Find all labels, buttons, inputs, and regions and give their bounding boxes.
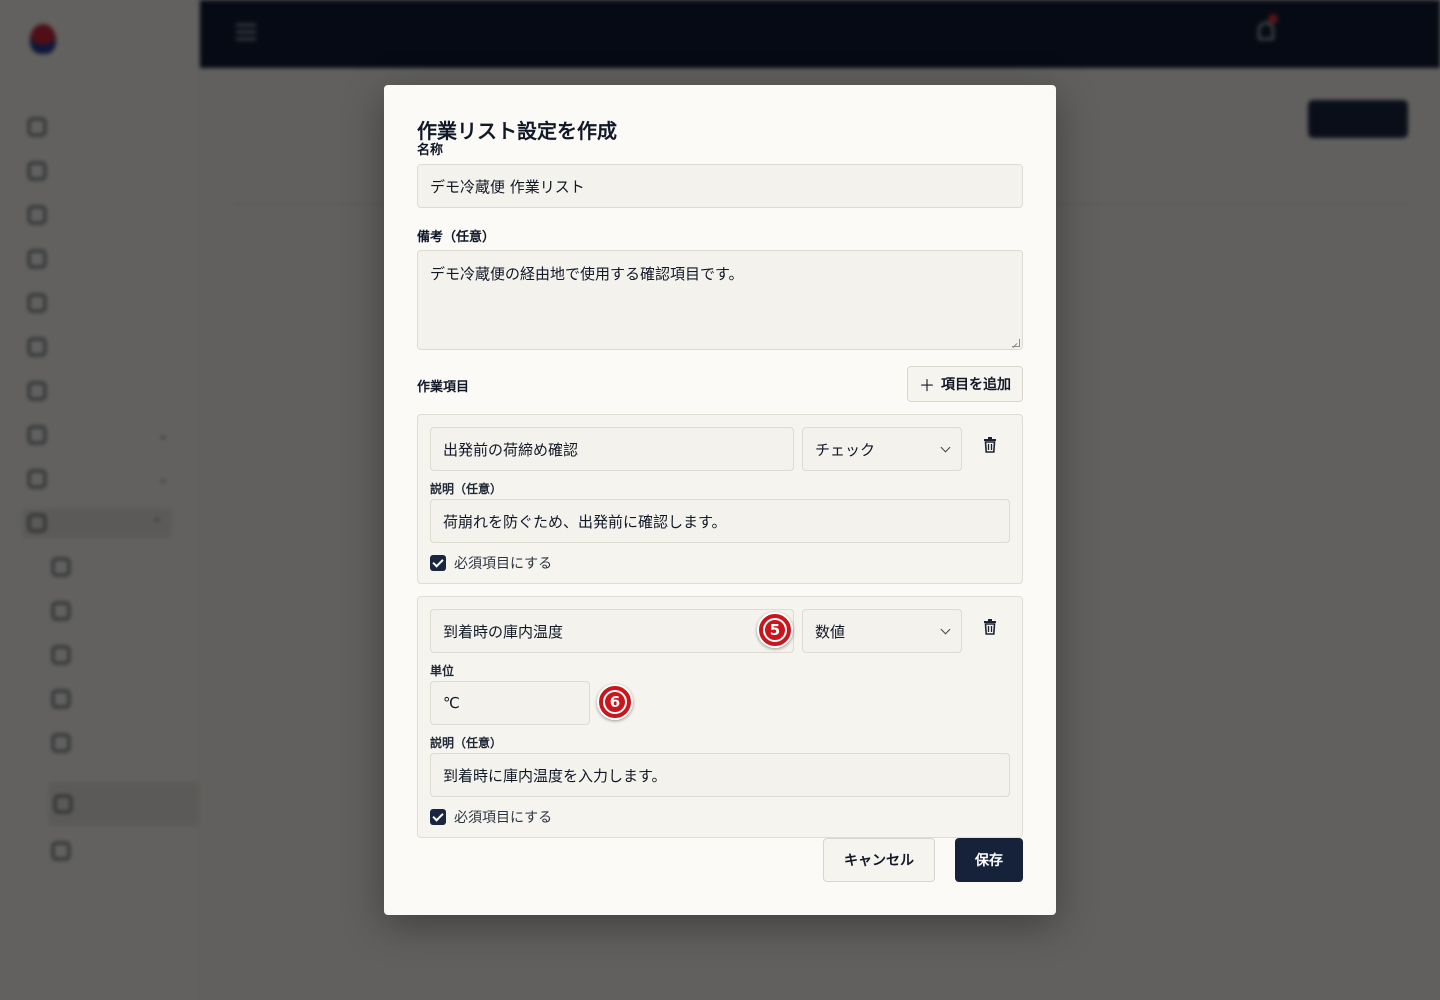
step-marker-number: 5 bbox=[763, 618, 787, 642]
item-description-input[interactable]: 到着時に庫内温度を入力します。 bbox=[430, 753, 1010, 797]
items-label: 作業項目 bbox=[417, 380, 470, 395]
item-type-value: チェック bbox=[815, 440, 876, 459]
cancel-button[interactable]: キャンセル bbox=[823, 838, 935, 882]
chevron-down-icon bbox=[940, 442, 951, 452]
name-label: 名称 bbox=[417, 143, 444, 158]
chevron-down-icon bbox=[940, 624, 951, 634]
trash-icon[interactable] bbox=[983, 437, 997, 453]
plus-icon: ＋ bbox=[918, 376, 935, 395]
item-name-value: 出発前の荷締め確認 bbox=[443, 440, 579, 459]
required-checkbox-label: 必須項目にする bbox=[454, 556, 553, 572]
item-type-value: 数値 bbox=[815, 622, 846, 641]
unit-input[interactable]: ℃ bbox=[430, 681, 590, 725]
trash-icon[interactable] bbox=[983, 619, 997, 635]
work-item-card: 到着時の庫内温度 数値 単位 ℃ 説明（任意） 到着時に庫内温度を入力します。 … bbox=[417, 596, 1023, 838]
save-button[interactable]: 保存 bbox=[955, 838, 1023, 882]
item-description-label: 説明（任意） bbox=[430, 736, 503, 750]
step-marker-number: 6 bbox=[603, 690, 627, 714]
memo-textarea[interactable]: デモ冷蔵便の経由地で使用する確認項目です。 bbox=[417, 250, 1023, 350]
create-worklist-dialog: 作業リスト設定を作成 名称 デモ冷蔵便 作業リスト 備考（任意） デモ冷蔵便の経… bbox=[384, 85, 1056, 915]
add-item-button[interactable]: ＋ 項目を追加 bbox=[907, 366, 1023, 402]
step-marker-5: 5 bbox=[757, 612, 793, 648]
resize-handle-icon[interactable] bbox=[1012, 339, 1020, 347]
item-description-label: 説明（任意） bbox=[430, 482, 503, 496]
item-name-input[interactable]: 出発前の荷締め確認 bbox=[430, 427, 794, 471]
memo-label: 備考（任意） bbox=[417, 230, 496, 245]
step-marker-6: 6 bbox=[597, 684, 633, 720]
checkbox-checked-icon[interactable] bbox=[430, 809, 446, 825]
required-checkbox[interactable]: 必須項目にする bbox=[430, 553, 552, 573]
item-name-value: 到着時の庫内温度 bbox=[443, 622, 564, 641]
checkbox-checked-icon[interactable] bbox=[430, 555, 446, 571]
add-item-button-label: 項目を追加 bbox=[941, 377, 1011, 393]
dialog-title: 作業リスト設定を作成 bbox=[417, 119, 617, 143]
required-checkbox-label: 必須項目にする bbox=[454, 810, 553, 826]
item-type-select[interactable]: 数値 bbox=[802, 609, 962, 653]
name-input[interactable]: デモ冷蔵便 作業リスト bbox=[417, 164, 1023, 208]
unit-label: 単位 bbox=[430, 664, 455, 678]
item-description-value: 荷崩れを防ぐため、出発前に確認します。 bbox=[443, 512, 727, 531]
memo-textarea-value: デモ冷蔵便の経由地で使用する確認項目です。 bbox=[430, 265, 744, 283]
item-description-input[interactable]: 荷崩れを防ぐため、出発前に確認します。 bbox=[430, 499, 1010, 543]
unit-value: ℃ bbox=[443, 694, 460, 712]
item-description-value: 到着時に庫内温度を入力します。 bbox=[443, 766, 667, 785]
item-name-input[interactable]: 到着時の庫内温度 bbox=[430, 609, 794, 653]
item-type-select[interactable]: チェック bbox=[802, 427, 962, 471]
required-checkbox[interactable]: 必須項目にする bbox=[430, 807, 552, 827]
work-item-card: 出発前の荷締め確認 チェック 説明（任意） 荷崩れを防ぐため、出発前に確認します… bbox=[417, 414, 1023, 584]
name-input-value: デモ冷蔵便 作業リスト bbox=[430, 177, 585, 196]
